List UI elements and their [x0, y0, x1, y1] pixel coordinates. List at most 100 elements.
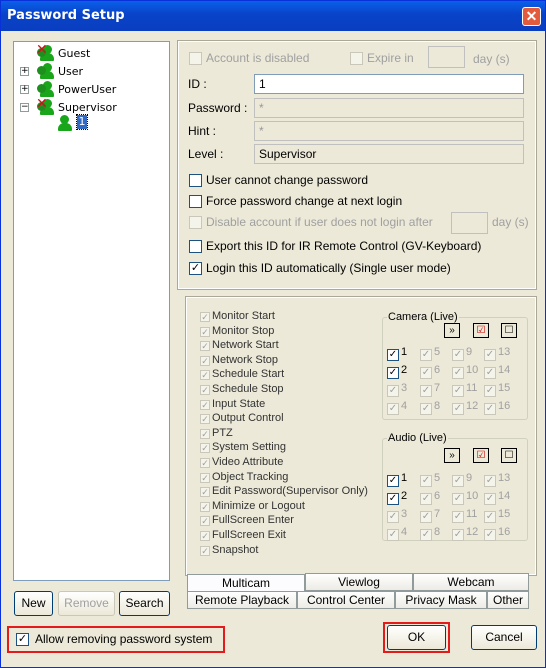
channel-4[interactable]: ✓ 4 — [387, 400, 407, 415]
tab-viewlog[interactable]: Viewlog — [305, 573, 413, 591]
expire-checkbox[interactable] — [350, 52, 363, 65]
tree-item-user[interactable]: + User — [14, 63, 164, 80]
option-checkbox-1[interactable] — [189, 174, 202, 187]
channel-15[interactable]: ✓ 15 — [484, 382, 510, 397]
channel-checkbox[interactable]: ✓ — [452, 385, 464, 397]
channel-10[interactable]: ✓ 10 — [452, 364, 478, 379]
channel-12[interactable]: ✓ 12 — [452, 400, 478, 415]
channel-6[interactable]: ✓ 6 — [420, 490, 440, 505]
channel-15[interactable]: ✓ 15 — [484, 508, 510, 523]
permission-checkbox[interactable]: ✓ — [200, 385, 210, 395]
channel-3[interactable]: ✓ 3 — [387, 382, 407, 397]
permission-checkbox[interactable]: ✓ — [200, 472, 210, 483]
channel-checkbox[interactable]: ✓ — [420, 511, 432, 523]
channel-checkbox[interactable]: ✓ — [387, 511, 399, 523]
channel-2[interactable]: ✓ 2 — [387, 364, 407, 379]
channel-checkbox[interactable]: ✓ — [484, 403, 496, 415]
channel-3[interactable]: ✓ 3 — [387, 508, 407, 523]
channel-11[interactable]: ✓ 11 — [452, 382, 477, 397]
search-button[interactable]: Search — [119, 591, 170, 616]
permission-checkbox[interactable]: ✓ — [200, 545, 210, 556]
permission-checkbox[interactable]: ✓ — [200, 443, 210, 454]
channel-checkbox[interactable]: ✓ — [420, 403, 432, 415]
channel-checkbox[interactable]: ✓ — [387, 493, 399, 505]
channel-14[interactable]: ✓ 14 — [484, 364, 510, 379]
tree-expander-icon[interactable]: + — [20, 85, 29, 94]
close-icon[interactable]: ✕ — [522, 7, 541, 26]
permission-checkbox[interactable]: ✓ — [200, 326, 210, 337]
allow-removing-checkbox[interactable]: ✓ — [16, 633, 29, 646]
tree-item-supervisor-child[interactable]: 1 — [42, 114, 102, 131]
tab-privacy-mask[interactable]: Privacy Mask — [395, 591, 487, 609]
permission-checkbox[interactable]: ✓ — [200, 516, 210, 527]
channel-4[interactable]: ✓ 4 — [387, 526, 407, 541]
channel-16[interactable]: ✓ 16 — [484, 400, 510, 415]
channel-checkbox[interactable]: ✓ — [484, 349, 496, 361]
channel-1[interactable]: ✓ 1 — [387, 346, 407, 361]
tab-remote-playback[interactable]: Remote Playback — [187, 591, 297, 609]
channel-9[interactable]: ✓ 9 — [452, 472, 472, 487]
remove-button[interactable]: Remove — [58, 591, 115, 616]
camera-clear-all-icon[interactable]: ☐ — [501, 323, 517, 338]
audio-clear-all-icon[interactable]: ☐ — [501, 448, 517, 463]
permission-checkbox[interactable]: ✓ — [200, 355, 210, 366]
channel-checkbox[interactable]: ✓ — [420, 349, 432, 361]
channel-checkbox[interactable]: ✓ — [452, 403, 464, 415]
account-disabled-checkbox[interactable] — [189, 52, 202, 65]
channel-checkbox[interactable]: ✓ — [387, 403, 399, 415]
option-checkbox-4[interactable] — [189, 240, 202, 253]
channel-13[interactable]: ✓ 13 — [484, 346, 510, 361]
channel-checkbox[interactable]: ✓ — [484, 529, 496, 541]
permission-checkbox[interactable]: ✓ — [200, 501, 210, 512]
permission-checkbox[interactable]: ✓ — [200, 531, 210, 541]
option-checkbox-2[interactable] — [189, 195, 202, 208]
channel-10[interactable]: ✓ 10 — [452, 490, 478, 505]
channel-checkbox[interactable]: ✓ — [452, 349, 464, 361]
permission-checkbox[interactable]: ✓ — [200, 399, 210, 410]
channel-checkbox[interactable]: ✓ — [420, 385, 432, 397]
option-checkbox-3[interactable] — [189, 216, 202, 229]
channel-8[interactable]: ✓ 8 — [420, 526, 440, 541]
permission-checkbox[interactable]: ✓ — [200, 458, 210, 468]
channel-2[interactable]: ✓ 2 — [387, 490, 407, 505]
channel-1[interactable]: ✓ 1 — [387, 472, 407, 487]
channel-16[interactable]: ✓ 16 — [484, 526, 510, 541]
permission-checkbox[interactable]: ✓ — [200, 487, 210, 498]
channel-checkbox[interactable]: ✓ — [387, 349, 399, 361]
channel-7[interactable]: ✓ 7 — [420, 382, 440, 397]
channel-14[interactable]: ✓ 14 — [484, 490, 510, 505]
password-input[interactable]: * — [254, 98, 524, 118]
user-tree[interactable]: ✕ Guest + User + PowerUser − ✕ Supervisor 1 — [13, 41, 170, 581]
channel-checkbox[interactable]: ✓ — [387, 475, 399, 487]
channel-13[interactable]: ✓ 13 — [484, 472, 510, 487]
option-checkbox-5[interactable]: ✓ — [189, 262, 202, 275]
channel-9[interactable]: ✓ 9 — [452, 346, 472, 361]
permission-checkbox[interactable]: ✓ — [200, 312, 210, 322]
channel-checkbox[interactable]: ✓ — [387, 529, 399, 541]
channel-6[interactable]: ✓ 6 — [420, 364, 440, 379]
tab-control-center[interactable]: Control Center — [297, 591, 395, 609]
ok-button[interactable]: OK — [387, 625, 446, 650]
channel-checkbox[interactable]: ✓ — [452, 367, 464, 379]
channel-checkbox[interactable]: ✓ — [484, 511, 496, 523]
permission-checkbox[interactable]: ✓ — [200, 414, 210, 425]
permission-checkbox[interactable]: ✓ — [200, 428, 210, 439]
channel-checkbox[interactable]: ✓ — [484, 493, 496, 505]
permission-checkbox[interactable]: ✓ — [200, 370, 210, 381]
expire-days-input[interactable] — [428, 46, 465, 68]
id-input[interactable]: 1 — [254, 74, 524, 94]
channel-7[interactable]: ✓ 7 — [420, 508, 440, 523]
channel-checkbox[interactable]: ✓ — [387, 385, 399, 397]
tree-expander-icon[interactable]: − — [20, 103, 29, 112]
channel-checkbox[interactable]: ✓ — [452, 529, 464, 541]
camera-fast-forward-icon[interactable]: » — [444, 323, 460, 338]
audio-select-all-icon[interactable]: ☑ — [473, 448, 489, 463]
tree-expander-icon[interactable]: + — [20, 67, 29, 76]
channel-checkbox[interactable]: ✓ — [452, 475, 464, 487]
channel-checkbox[interactable]: ✓ — [420, 367, 432, 379]
tree-item-guest[interactable]: ✕ Guest — [14, 43, 164, 62]
channel-5[interactable]: ✓ 5 — [420, 472, 440, 487]
camera-select-all-icon[interactable]: ☑ — [473, 323, 489, 338]
channel-8[interactable]: ✓ 8 — [420, 400, 440, 415]
channel-checkbox[interactable]: ✓ — [420, 475, 432, 487]
